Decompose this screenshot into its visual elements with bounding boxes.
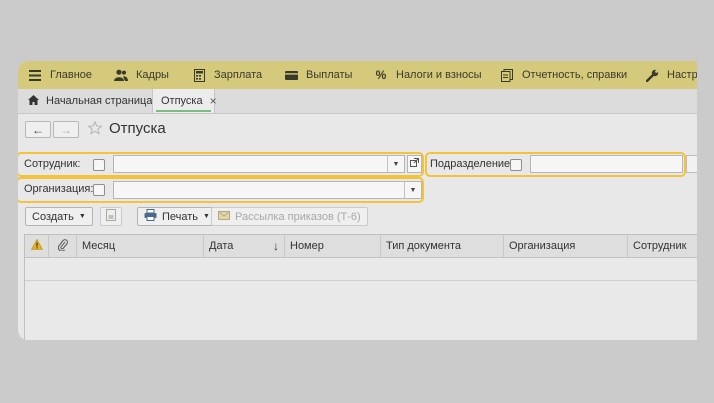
create-button-label: Создать [32,210,74,223]
menu-item-main[interactable]: Главное [28,61,92,89]
back-button[interactable]: ← [25,121,51,138]
wallet-icon [284,68,298,82]
column-organization[interactable]: Организация [504,235,628,257]
menu-item-payments[interactable]: Выплаты [284,61,352,89]
employee-input[interactable]: ▼ [113,155,405,173]
tab-home[interactable]: Начальная страница [22,89,158,113]
menu-item-staff[interactable]: Кадры [114,61,169,89]
table-header: Месяц Дата ↓ Номер Тип документа Организ… [25,235,697,258]
reports-icon [500,68,514,82]
envelope-icon [218,210,230,223]
print-button[interactable]: Печать ▼ [137,207,217,226]
dropdown-arrow-icon: ▼ [409,186,417,194]
menu-item-label: Настр [667,69,697,81]
arrow-right-icon: → [60,122,72,137]
column-employee[interactable]: Сотрудник [628,235,697,257]
department-input-overflow [686,155,697,173]
tab-vacations-label: Отпуска [161,95,203,107]
hamburger-icon [28,68,42,82]
close-icon[interactable]: × [210,94,217,108]
department-input[interactable] [530,155,683,173]
mailing-button[interactable]: Рассылка приказов (Т-6) [211,207,368,226]
menu-item-label: Выплаты [306,69,353,81]
department-label: Подразделение: [430,158,514,170]
organization-label: Организация: [24,183,94,195]
column-date-label: Дата [209,240,234,252]
menu-item-label: Налоги и взносы [396,69,482,81]
top-menu-bar: Главное Кадры Зарплата Выплаты % Налоги … [18,61,697,89]
sort-desc-icon: ↓ [273,239,279,253]
menu-item-reports[interactable]: Отчетность, справки [500,61,627,89]
column-number[interactable]: Номер [285,235,381,257]
wrench-icon [645,68,659,82]
open-link-icon [410,158,419,170]
organization-checkbox[interactable] [93,184,105,196]
menu-item-label: Главное [50,69,93,81]
create-button[interactable]: Создать ▼ [25,207,93,226]
column-date[interactable]: Дата ↓ [204,235,285,257]
copy-button[interactable] [100,207,122,226]
menu-item-label: Отчетность, справки [522,69,628,81]
table-row[interactable] [25,258,697,281]
employee-checkbox[interactable] [93,159,105,171]
menu-item-salary[interactable]: Зарплата [192,61,262,89]
menu-item-label: Зарплата [214,69,263,81]
dropdown-arrow-icon: ▼ [392,160,400,168]
tab-vacations[interactable]: Отпуска × [152,89,217,113]
app-window: Главное Кадры Зарплата Выплаты % Налоги … [18,61,697,340]
column-warning[interactable] [25,235,49,257]
arrow-left-icon: ← [32,122,44,137]
tab-home-label: Начальная страница [46,95,153,107]
menu-item-taxes[interactable]: % Налоги и взносы [374,61,482,89]
print-button-label: Печать [162,210,199,223]
employee-dropdown-button[interactable]: ▼ [387,156,404,172]
menu-item-settings[interactable]: Настр [645,61,697,89]
dropdown-arrow-icon: ▼ [78,213,86,220]
documents-table: Месяц Дата ↓ Номер Тип документа Организ… [24,234,697,340]
percent-icon: % [375,68,387,82]
page-title: Отпуска [109,120,166,137]
column-month[interactable]: Месяц [77,235,204,257]
organization-input[interactable]: ▼ [113,181,422,199]
warning-icon [30,238,43,253]
calculator-icon [192,68,206,82]
forward-button[interactable]: → [53,121,79,138]
dropdown-arrow-icon: ▼ [203,213,210,220]
department-checkbox[interactable] [510,159,522,171]
copy-doc-icon [106,209,116,224]
paperclip-icon [57,238,68,254]
organization-dropdown-button[interactable]: ▼ [404,182,421,198]
employee-label: Сотрудник: [24,158,81,170]
printer-icon [144,209,157,224]
employee-open-button[interactable] [407,155,422,173]
favorite-star-icon[interactable] [87,120,103,138]
column-doc-type[interactable]: Тип документа [381,235,504,257]
home-icon [28,94,39,108]
menu-item-label: Кадры [136,69,169,81]
mailing-button-label: Рассылка приказов (Т-6) [235,210,361,223]
column-attachment[interactable] [49,235,77,257]
tab-strip: Начальная страница Отпуска × [18,89,697,114]
people-icon [114,68,128,82]
